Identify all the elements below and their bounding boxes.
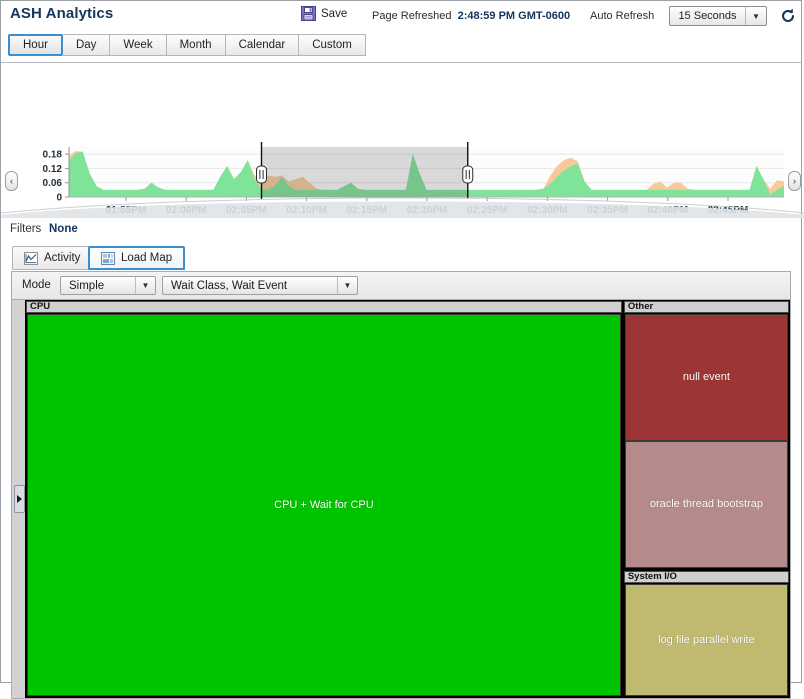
- y-axis-tick-label: 0.06: [43, 178, 63, 189]
- dimension-select[interactable]: Wait Class, Wait Event ▼: [162, 276, 358, 295]
- auto-refresh-label: Auto Refresh: [590, 10, 654, 22]
- treemap-group: Othernull eventoracle thread bootstrap: [623, 300, 790, 570]
- timeline-selection-handle-left[interactable]: [257, 166, 267, 183]
- range-tab-custom[interactable]: Custom: [299, 34, 366, 56]
- time-range-tabs: HourDayWeekMonthCalendarCustom: [8, 34, 366, 56]
- page-refreshed-label: Page Refreshed: [372, 10, 452, 22]
- save-button[interactable]: Save: [301, 6, 347, 21]
- tab-activity-label: Activity: [44, 252, 80, 264]
- triangle-right-icon: [17, 495, 22, 503]
- mode-select-value: Simple: [61, 280, 135, 292]
- page-refreshed-value: 2:48:59 PM GMT-0600: [458, 10, 571, 22]
- view-tabbar: Activity Load Map: [1, 242, 801, 271]
- activity-timeline-chart[interactable]: ‹ › 0.180.120.06001:55PM02:00PM02:05PM02…: [1, 63, 801, 218]
- range-tab-calendar[interactable]: Calendar: [226, 34, 300, 56]
- range-tab-hour[interactable]: Hour: [8, 34, 63, 56]
- save-label: Save: [321, 8, 347, 20]
- page-title: ASH Analytics: [10, 5, 113, 22]
- auto-refresh-select[interactable]: 15 Seconds ▼: [669, 6, 767, 26]
- timeline-selection-handle-right[interactable]: [463, 166, 473, 183]
- tab-activity[interactable]: Activity: [12, 246, 92, 270]
- floppy-disk-icon: [301, 6, 316, 21]
- filters-value[interactable]: None: [49, 223, 78, 235]
- treemap-canvas[interactable]: CPUCPU + Wait for CPUOthernull eventorac…: [25, 300, 790, 698]
- treemap-group-header[interactable]: Other: [624, 301, 789, 313]
- timeline-selection-region[interactable]: [262, 147, 468, 197]
- filters-label: Filters: [10, 223, 41, 235]
- treemap-group-header[interactable]: System I/O: [624, 571, 789, 583]
- tab-load-map-label: Load Map: [121, 252, 172, 264]
- chevron-down-icon: ▼: [745, 7, 766, 25]
- treemap-cell[interactable]: oracle thread bootstrap: [625, 441, 788, 568]
- treemap-cell[interactable]: null event: [625, 314, 788, 441]
- range-tab-week[interactable]: Week: [110, 34, 166, 56]
- page-header: ASH Analytics Save Page Refreshed 2:48:5…: [1, 1, 801, 32]
- timeline-svg: 0.180.120.06001:55PM02:00PM02:05PM02:10P…: [1, 63, 804, 218]
- chevron-down-icon: ▼: [135, 277, 155, 294]
- load-map-splitter[interactable]: [12, 300, 26, 698]
- treemap-group-header[interactable]: CPU: [26, 301, 622, 313]
- tab-load-map[interactable]: Load Map: [88, 246, 185, 270]
- y-axis-tick-label: 0.18: [43, 150, 63, 161]
- ash-analytics-window: ASH Analytics Save Page Refreshed 2:48:5…: [0, 0, 802, 683]
- range-tab-day[interactable]: Day: [63, 34, 110, 56]
- load-map-toolbar: Mode Simple ▼ Wait Class, Wait Event ▼: [11, 271, 791, 299]
- treemap-cell[interactable]: log file parallel write: [625, 584, 788, 696]
- mode-label: Mode: [22, 279, 51, 291]
- load-map-panel: CPUCPU + Wait for CPUOthernull eventorac…: [11, 299, 791, 699]
- page-refreshed-info: Page Refreshed 2:48:59 PM GMT-0600: [372, 10, 570, 22]
- treemap-cell[interactable]: CPU + Wait for CPU: [27, 314, 621, 696]
- refresh-button[interactable]: [779, 7, 797, 25]
- chevron-down-icon: ▼: [337, 277, 357, 294]
- refresh-circular-arrow-icon: [779, 7, 797, 25]
- filters-row: Filters None: [1, 218, 801, 242]
- dimension-select-value: Wait Class, Wait Event: [163, 280, 337, 292]
- time-range-tabbar: HourDayWeekMonthCalendarCustom: [1, 32, 801, 63]
- treemap-grid-icon: [101, 252, 115, 265]
- y-axis-tick-label: 0: [56, 193, 62, 204]
- treemap-group: System I/Olog file parallel write: [623, 570, 790, 698]
- auto-refresh-value: 15 Seconds: [670, 10, 745, 22]
- splitter-expand-handle[interactable]: [14, 485, 25, 513]
- y-axis-tick-label: 0.12: [43, 164, 63, 175]
- mode-select[interactable]: Simple ▼: [60, 276, 156, 295]
- line-chart-icon: [24, 252, 38, 265]
- treemap-group: CPUCPU + Wait for CPU: [25, 300, 623, 698]
- range-tab-month[interactable]: Month: [167, 34, 226, 56]
